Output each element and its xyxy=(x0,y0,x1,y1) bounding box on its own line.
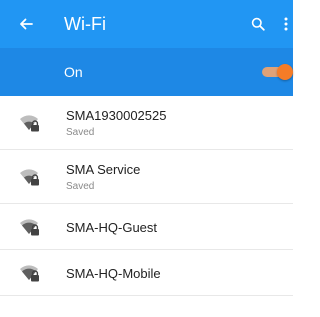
network-ssid: SMA-HQ-Mobile xyxy=(66,266,161,281)
toggle-thumb xyxy=(277,64,293,80)
network-ssid: SMA Service xyxy=(66,162,141,177)
network-row[interactable]: SMA-HQ-Mobile xyxy=(0,250,293,296)
network-ssid: SMA-HQ-Guest xyxy=(66,220,158,235)
wifi-lock-icon xyxy=(19,113,41,133)
more-options-button[interactable] xyxy=(278,12,293,36)
app-bar: Wi-Fi xyxy=(0,0,293,48)
wifi-master-switch-bar[interactable]: On xyxy=(0,48,293,96)
network-row[interactable]: SMA1930002525 Saved xyxy=(0,96,293,150)
arrow-left-icon xyxy=(20,18,33,30)
more-vertical-icon xyxy=(284,17,287,31)
network-row[interactable]: SMA Service Saved xyxy=(0,150,293,204)
wifi-lock-icon xyxy=(19,167,41,187)
back-button[interactable] xyxy=(14,12,38,36)
network-status: Saved xyxy=(66,181,95,192)
network-list: SMA1930002525 Saved SMA Service Saved SM… xyxy=(0,96,293,296)
wifi-toggle[interactable] xyxy=(262,64,293,80)
switch-state-label: On xyxy=(64,64,83,80)
network-ssid: SMA1930002525 xyxy=(66,108,167,123)
network-row[interactable]: SMA-HQ-Guest xyxy=(0,204,293,250)
wifi-lock-icon xyxy=(19,263,41,283)
search-button[interactable] xyxy=(246,12,270,36)
wifi-lock-icon xyxy=(19,217,41,237)
search-icon xyxy=(251,17,265,31)
page-title: Wi-Fi xyxy=(64,14,106,34)
network-status: Saved xyxy=(66,127,95,138)
